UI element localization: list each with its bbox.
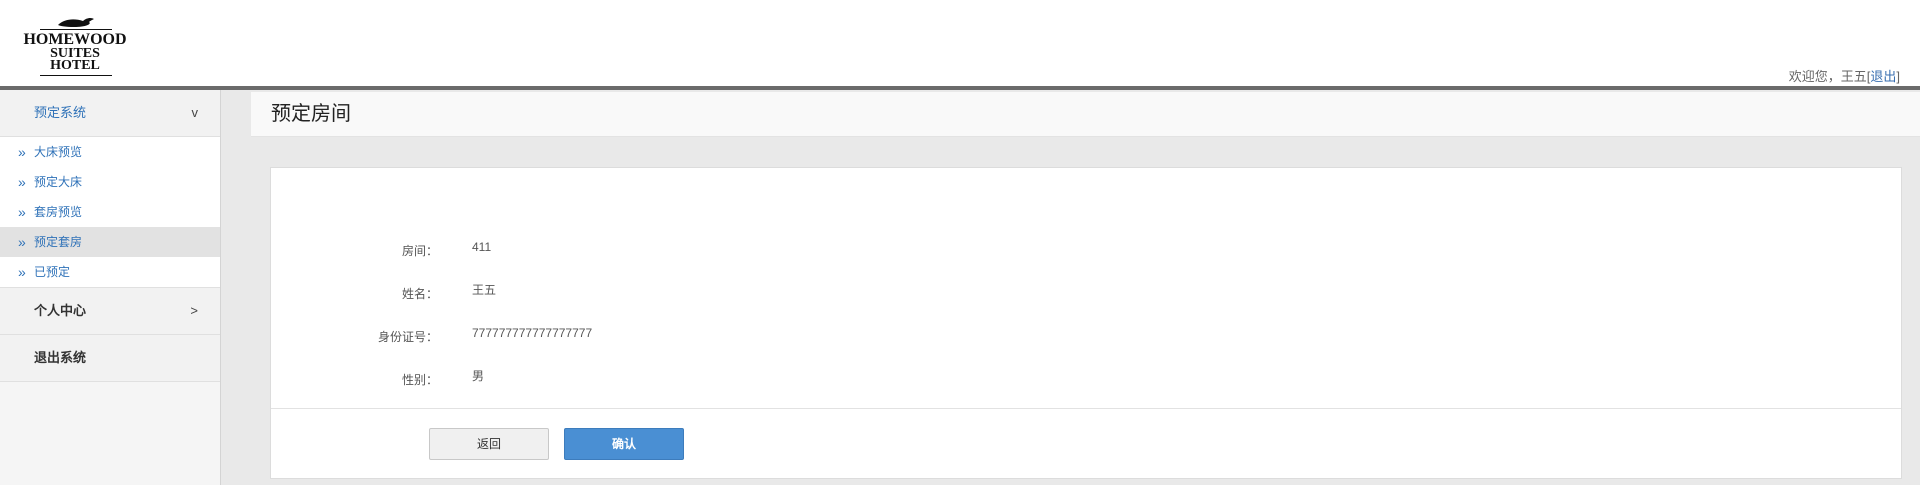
double-chevron-right-icon: » — [18, 234, 26, 250]
sidebar-item-label: 大床预览 — [34, 145, 83, 159]
current-user-name: 王五 — [1840, 69, 1867, 84]
sidebar-item-label: 已预定 — [34, 265, 71, 279]
sidebar-item-suite-preview[interactable]: » 套房预览 — [0, 197, 220, 227]
name-label: 姓名： — [401, 287, 438, 301]
sidebar-group-label: 个人中心 — [34, 303, 87, 318]
room-value: 411 — [472, 240, 492, 254]
chevron-down-icon: v — [191, 105, 199, 120]
logout-link[interactable]: 退出 — [1870, 69, 1896, 84]
hotel-logo[interactable]: HOMEWOOD SUITES HOTEL — [8, 14, 142, 78]
welcome-prefix: 欢迎您， — [1788, 69, 1841, 84]
sidebar-group-label: 预定系统 — [34, 105, 87, 120]
sidebar-group-personal-center[interactable]: 个人中心 > — [0, 288, 220, 335]
form-row-room: 房间： 411 — [271, 236, 1901, 266]
double-chevron-right-icon: » — [18, 204, 26, 220]
page-title-bar: 预定房间 — [251, 92, 1920, 137]
sidebar-item-label: 预定大床 — [34, 175, 83, 189]
form-row-gender: 性别： 男 — [271, 365, 1901, 395]
gender-label: 性别： — [401, 373, 438, 387]
main-content: 预定房间 房间： 411 姓名： 王五 身份证号： 77777777777777… — [221, 90, 1920, 485]
double-chevron-right-icon: » — [18, 174, 26, 190]
booking-form-card: 房间： 411 姓名： 王五 身份证号： 777777777777777777 … — [270, 167, 1902, 479]
back-button[interactable]: 返回 — [429, 428, 549, 460]
sidebar-group-booking-system[interactable]: 预定系统 v — [0, 90, 220, 137]
sidebar-item-king-room-preview[interactable]: » 大床预览 — [0, 137, 220, 167]
sidebar-item-book-king-room[interactable]: » 预定大床 — [0, 167, 220, 197]
name-value: 王五 — [472, 283, 497, 297]
logout-bracket-close: ] — [1896, 69, 1900, 84]
double-chevron-right-icon: » — [18, 264, 26, 280]
sidebar-group-exit-system[interactable]: 退出系统 — [0, 335, 220, 382]
sidebar: 预定系统 v » 大床预览 » 预定大床 » 套房预览 » 预定套房 » 已预定… — [0, 90, 221, 485]
logo-text-hotel: HOTEL — [50, 58, 100, 73]
form-row-id-number: 身份证号： 777777777777777777 — [271, 322, 1901, 352]
welcome-message: 欢迎您，王五[退出] — [1789, 66, 1900, 85]
form-row-name: 姓名： 王五 — [271, 279, 1901, 309]
page-title: 预定房间 — [271, 103, 351, 125]
duck-logo-icon — [58, 17, 94, 27]
sidebar-group-label: 退出系统 — [34, 350, 87, 365]
site-header: HOMEWOOD SUITES HOTEL 欢迎您，王五[退出] — [0, 6, 1920, 86]
sidebar-item-book-suite[interactable]: » 预定套房 — [0, 227, 220, 257]
sidebar-submenu: » 大床预览 » 预定大床 » 套房预览 » 预定套房 » 已预定 — [0, 137, 220, 288]
sidebar-item-label: 预定套房 — [34, 235, 83, 249]
sidebar-item-label: 套房预览 — [34, 205, 83, 219]
sidebar-item-booked[interactable]: » 已预定 — [0, 257, 220, 287]
id-number-value: 777777777777777777 — [472, 326, 593, 340]
double-chevron-right-icon: » — [18, 144, 26, 160]
form-divider — [271, 408, 1901, 409]
logo-rule — [40, 29, 112, 30]
gender-value: 男 — [472, 369, 485, 383]
room-label: 房间： — [401, 244, 438, 258]
id-number-label: 身份证号： — [377, 330, 438, 344]
logo-rule-bottom — [40, 75, 112, 76]
chevron-right-icon: > — [190, 303, 198, 318]
confirm-button[interactable]: 确认 — [564, 428, 684, 460]
